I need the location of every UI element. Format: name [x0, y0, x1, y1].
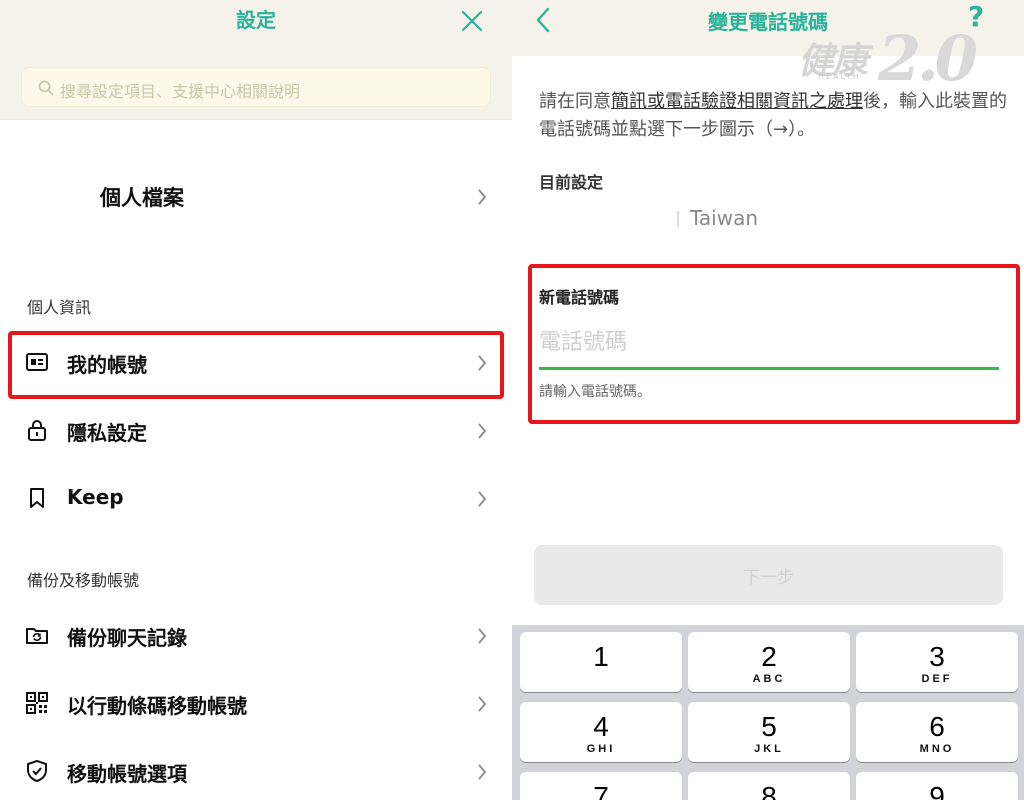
key-digit: 1: [593, 641, 609, 672]
watermark-en: HEALTH: [818, 72, 861, 81]
menu-item-label: 我的帳號: [67, 353, 147, 377]
key-digit: 8: [761, 781, 777, 800]
key-letters: ABC: [752, 673, 786, 685]
key-5[interactable]: 5 JKL: [688, 702, 850, 762]
id-card-icon: [26, 353, 48, 371]
lock-icon: [28, 420, 46, 441]
key-letters: JKL: [754, 743, 784, 755]
input-underline: [539, 367, 999, 370]
key-letters: GHI: [586, 743, 616, 755]
bookmark-icon: [30, 488, 44, 508]
key-9[interactable]: 9: [856, 772, 1018, 800]
section-personal-info: 個人資訊: [27, 298, 92, 317]
chevron-right-icon: [478, 355, 487, 371]
menu-item-label: Keep: [67, 485, 124, 509]
key-digit: 7: [593, 781, 609, 800]
key-2[interactable]: 2 ABC: [688, 632, 850, 692]
key-3[interactable]: 3 DEF: [856, 632, 1018, 692]
watermark-number: 2.0: [878, 22, 978, 95]
chevron-right-icon: [478, 423, 487, 439]
key-8[interactable]: 8: [688, 772, 850, 800]
current-setting-label: 目前設定: [539, 173, 604, 192]
key-digit: 9: [929, 781, 945, 800]
search-input[interactable]: [22, 68, 490, 106]
backup-folder-icon: [26, 628, 48, 644]
current-country-value: Taiwan: [690, 206, 759, 230]
menu-item-label: 隱私設定: [67, 421, 147, 445]
settings-header: 設定 搜尋設定項目、支援中心相關說明: [0, 0, 512, 120]
key-digit: 5: [761, 711, 777, 742]
menu-item-label: 以行動條碼移動帳號: [67, 694, 247, 718]
shield-icon: [27, 760, 47, 782]
sms-terms-link[interactable]: 簡訊或電話驗證相關資訊之處理: [611, 91, 863, 112]
section-backup-transfer: 備份及移動帳號: [27, 571, 140, 590]
profile-label: 個人檔案: [100, 186, 184, 210]
chevron-right-icon: [478, 189, 487, 205]
menu-item-qr-transfer[interactable]: 以行動條碼移動帳號: [0, 672, 512, 734]
menu-item-transfer-options[interactable]: 移動帳號選項: [0, 740, 512, 800]
key-letters: DEF: [921, 673, 953, 685]
settings-screen: 設定 搜尋設定項目、支援中心相關說明 個人檔案 個人資訊 我的帳號 隱私設定 K…: [0, 0, 512, 800]
close-icon[interactable]: [458, 7, 486, 35]
key-digit: 4: [593, 711, 609, 742]
key-letters: MNO: [919, 743, 955, 755]
menu-item-label: 備份聊天記錄: [67, 626, 187, 650]
divider: [677, 211, 679, 227]
chevron-right-icon: [478, 491, 487, 507]
change-phone-screen: 變更電話號碼 ? 健康 2.0 HEALTH 請在同意簡訊或電話驗證相關資訊之處…: [512, 0, 1024, 800]
new-phone-label: 新電話號碼: [539, 288, 620, 307]
profile-row[interactable]: 個人檔案: [0, 160, 512, 232]
menu-item-my-account[interactable]: 我的帳號: [0, 331, 512, 393]
page-title: 設定: [236, 8, 276, 32]
key-6[interactable]: 6 MNO: [856, 702, 1018, 762]
key-digit: 2: [761, 641, 777, 672]
menu-item-backup-chats[interactable]: 備份聊天記錄: [0, 604, 512, 666]
key-digit: 6: [929, 711, 945, 742]
key-7[interactable]: 7: [520, 772, 682, 800]
menu-item-label: 移動帳號選項: [67, 762, 187, 786]
input-hint: 請輸入電話號碼。: [539, 384, 651, 400]
qr-code-icon: [26, 692, 48, 714]
menu-item-keep[interactable]: Keep: [0, 467, 512, 529]
chevron-right-icon: [478, 696, 487, 712]
search-bar[interactable]: 搜尋設定項目、支援中心相關說明: [21, 67, 491, 107]
menu-item-privacy[interactable]: 隱私設定: [0, 399, 512, 461]
key-1[interactable]: 1: [520, 632, 682, 692]
phone-number-input[interactable]: [539, 322, 999, 362]
chevron-right-icon: [478, 764, 487, 780]
key-digit: 3: [929, 641, 945, 672]
numeric-keypad: 1 2 ABC 3 DEF 4 GHI 5 JKL 6 MNO 7 8 9: [512, 625, 1024, 800]
instruction-pre: 請在同意: [539, 91, 611, 112]
next-button[interactable]: 下一步: [534, 545, 1003, 605]
chevron-right-icon: [478, 628, 487, 644]
key-4[interactable]: 4 GHI: [520, 702, 682, 762]
instruction-text: 請在同意簡訊或電話驗證相關資訊之處理後，輸入此裝置的電話號碼並點選下一步圖示（→…: [539, 88, 1009, 144]
